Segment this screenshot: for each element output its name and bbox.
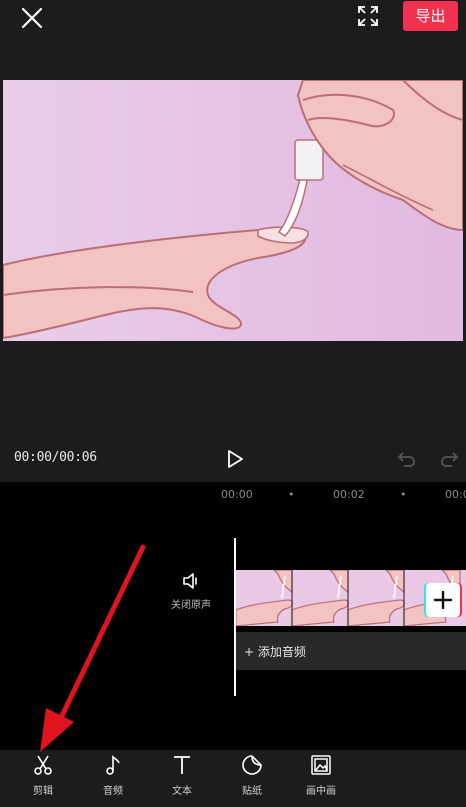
timeline-ruler: 00:00 • 00:02 • 00:0 xyxy=(0,482,466,508)
bottom-toolbar: 剪辑 音频 文本 贴纸 画中画 xyxy=(0,750,466,807)
video-preview[interactable] xyxy=(3,80,463,341)
sticker-icon xyxy=(242,755,262,775)
tick-label: 00:0 xyxy=(445,488,466,501)
tool-sticker[interactable]: 贴纸 xyxy=(229,750,275,797)
tool-edit[interactable]: 剪辑 xyxy=(20,750,66,797)
scissors-icon xyxy=(34,755,52,775)
tool-label: 贴纸 xyxy=(242,786,262,797)
playback-bar: 00:00/00:06 xyxy=(0,440,466,480)
tick-dot: • xyxy=(400,488,407,501)
export-button[interactable]: 导出 xyxy=(403,1,458,31)
playhead[interactable] xyxy=(234,538,236,696)
play-icon[interactable] xyxy=(224,448,246,470)
tool-picture-in-picture[interactable]: 画中画 xyxy=(298,750,344,797)
top-bar: 导出 xyxy=(0,0,466,80)
redo-icon[interactable] xyxy=(440,450,460,468)
tool-label: 剪辑 xyxy=(33,786,53,797)
tick-label: 00:02 xyxy=(333,488,365,501)
add-clip-button[interactable] xyxy=(426,583,460,617)
plus-icon xyxy=(433,590,453,610)
add-audio-track[interactable]: + 添加音频 xyxy=(236,632,466,670)
tool-label: 画中画 xyxy=(306,786,336,797)
tool-audio[interactable]: 音频 xyxy=(90,750,136,797)
text-icon xyxy=(174,756,190,774)
close-icon[interactable] xyxy=(20,6,44,30)
video-frame-image xyxy=(3,80,463,341)
tool-text[interactable]: 文本 xyxy=(159,750,205,797)
speaker-icon xyxy=(183,573,197,589)
timecode: 00:00/00:06 xyxy=(14,450,97,465)
tick-dot: • xyxy=(288,488,295,501)
mute-original-sound-button[interactable]: 关闭原声 xyxy=(171,572,212,611)
timeline-editor[interactable]: 00:00 • 00:02 • 00:0 关闭原声 xyxy=(0,482,466,750)
tick-label: 00:00 xyxy=(221,488,253,501)
tool-label: 文本 xyxy=(172,786,192,797)
music-note-icon xyxy=(106,755,120,775)
add-audio-label: + 添加音频 xyxy=(244,645,306,659)
mute-label: 关闭原声 xyxy=(171,600,211,611)
tool-label: 音频 xyxy=(103,786,123,797)
fullscreen-icon[interactable] xyxy=(357,5,379,27)
undo-icon[interactable] xyxy=(396,450,416,468)
picture-in-picture-icon xyxy=(311,755,331,775)
